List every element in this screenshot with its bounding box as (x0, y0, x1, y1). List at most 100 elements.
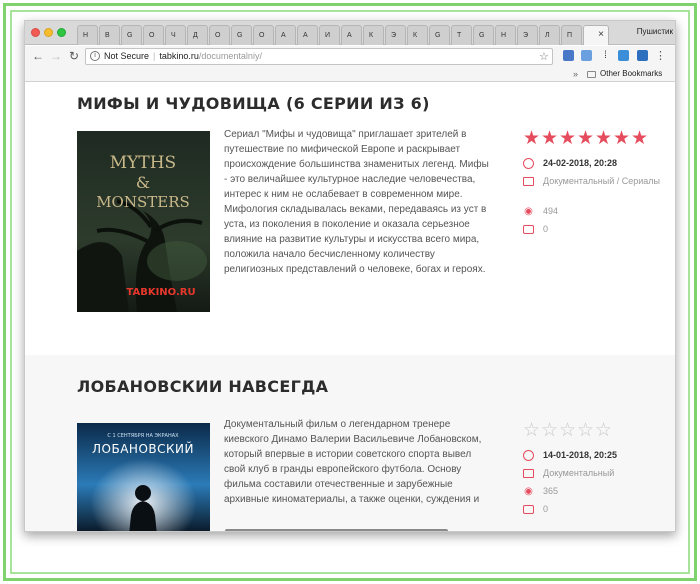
browser-tab[interactable]: G (429, 25, 450, 45)
article-card: МИФЫ И ЧУДОВИЩА (6 СЕРИИ ИЗ 6) MYTHS & M… (25, 83, 675, 355)
article-card: ЛОБАНОВСКИИ НАВСЕГДА С 1 СЕНТЯБРЯ НА ЭКР… (25, 355, 675, 531)
article-description: Документальный фильм о легендарном трене… (224, 419, 482, 505)
zoom-window-button[interactable] (57, 28, 66, 37)
close-window-button[interactable] (31, 28, 40, 37)
bookmark-star-icon[interactable]: ☆ (539, 50, 549, 63)
browser-tab[interactable]: G (473, 25, 494, 45)
browser-tab[interactable]: О (209, 25, 230, 45)
article-title[interactable]: ЛОБАНОВСКИИ НАВСЕГДА (77, 377, 328, 396)
browser-tab[interactable]: Л (539, 25, 560, 45)
star-icon[interactable]: ☆ (595, 421, 613, 441)
article-meta: ★★★★★★★ 24-02-2018, 20:28 Документальный… (523, 129, 673, 239)
star-icon[interactable]: ★ (559, 129, 577, 149)
category-row: Документальный / Сериалы (523, 175, 673, 203)
bookmarks-bar: » Other Bookmarks (25, 68, 675, 82)
extension-sync-icon[interactable] (618, 50, 629, 61)
browser-tab[interactable]: К (407, 25, 428, 45)
back-arrow-icon[interactable]: ← (31, 49, 45, 63)
folder-icon (523, 177, 534, 186)
browser-tab[interactable]: Э (517, 25, 538, 45)
browser-tab[interactable]: G (231, 25, 252, 45)
minimize-window-button[interactable] (44, 28, 53, 37)
star-icon[interactable]: ☆ (577, 421, 595, 441)
views-count: 494 (543, 206, 559, 216)
rating-stars[interactable]: ☆☆☆☆☆ (523, 421, 673, 443)
browser-tab[interactable]: А (297, 25, 318, 45)
extension-translate-icon[interactable] (563, 50, 574, 61)
browser-toolbar: ← → ↻ i Not Secure | tabkino.ru/documental… (25, 46, 675, 68)
publish-date: 14-01-2018, 20:25 (543, 450, 618, 460)
star-icon[interactable]: ★ (541, 129, 559, 149)
folder-icon (523, 469, 534, 478)
chevron-right-icon[interactable]: » (573, 69, 578, 79)
poster-title-line3: MONSTERS (96, 193, 190, 211)
browser-tab[interactable]: Ч (165, 25, 186, 45)
active-browser-tab[interactable]: × (583, 25, 609, 45)
category-row: Документальный (523, 467, 673, 483)
security-label: Not Secure (104, 51, 150, 61)
browser-tab[interactable]: И (319, 25, 340, 45)
extension-icon[interactable] (581, 50, 592, 61)
browser-tab[interactable]: Д (187, 25, 208, 45)
browser-tab[interactable]: А (275, 25, 296, 45)
date-row: 24-02-2018, 20:28 (523, 157, 673, 173)
other-bookmarks-link[interactable]: Other Bookmarks (600, 69, 662, 78)
tab-strip: Н В G О Ч Д О G О А А И А К Э К G Т G Н Э Л П × Пушистик (25, 21, 675, 45)
article-description: Сериал "Мифы и чудовища" приглашает зрит… (224, 129, 489, 275)
article-title[interactable]: МИФЫ И ЧУДОВИЩА (6 СЕРИИ ИЗ 6) (77, 94, 430, 113)
browser-tab[interactable]: Н (495, 25, 516, 45)
views-row: ◉ 365 (523, 485, 673, 501)
poster-release-text: С 1 СЕНТЯБРЯ НА ЭКРАНАХ (107, 433, 179, 439)
browser-tab[interactable]: О (253, 25, 274, 45)
star-icon[interactable]: ★ (577, 129, 595, 149)
browser-tab[interactable]: В (99, 25, 120, 45)
views-row: ◉ 494 (523, 205, 673, 221)
page-content: МИФЫ И ЧУДОВИЩА (6 СЕРИИ ИЗ 6) MYTHS & M… (25, 83, 675, 531)
browser-tab[interactable]: К (363, 25, 384, 45)
comments-count[interactable]: 0 (543, 504, 548, 514)
browser-tab[interactable]: П (561, 25, 582, 45)
comments-row: 0 (523, 503, 673, 519)
comments-row: 0 (523, 223, 673, 239)
article-meta: ☆☆☆☆☆ 14-01-2018, 20:25 Документальный ◉… (523, 421, 673, 519)
browser-tab[interactable]: G (121, 25, 142, 45)
star-icon[interactable]: ★ (613, 129, 631, 149)
star-icon[interactable]: ☆ (541, 421, 559, 441)
date-row: 14-01-2018, 20:25 (523, 449, 673, 465)
star-icon[interactable]: ☆ (523, 421, 541, 441)
address-bar[interactable]: i Not Secure | tabkino.ru/documentalniy/ (85, 48, 553, 65)
url-path: /documentalniy/ (198, 51, 262, 61)
poster-title-line1: MYTHS (110, 153, 176, 173)
category-link[interactable]: Документальный (543, 468, 614, 478)
folder-icon (587, 71, 596, 78)
star-icon[interactable]: ★ (631, 129, 649, 149)
browser-tab[interactable]: А (341, 25, 362, 45)
menu-kebab-icon[interactable]: ⋮ (655, 49, 666, 62)
browser-tab[interactable]: Т (451, 25, 472, 45)
poster-image[interactable]: MYTHS & MONSTERS TABKINO.RU (77, 131, 210, 312)
star-icon[interactable]: ★ (595, 129, 613, 149)
browser-tab[interactable]: Э (385, 25, 406, 45)
info-icon[interactable]: i (90, 51, 100, 61)
profile-name[interactable]: Пушистик (637, 27, 673, 36)
browser-window: Н В G О Ч Д О G О А А И А К Э К G Т G Н Э Л П × Пушистик ← → ↻ … (24, 20, 676, 532)
close-tab-icon[interactable]: × (598, 29, 604, 40)
extension-info-icon[interactable]: ⁞ (600, 50, 611, 61)
poster-image[interactable]: С 1 СЕНТЯБРЯ НА ЭКРАНАХ ЛОБАНОВСКИЙ (77, 423, 210, 531)
category-link[interactable]: Документальный / Сериалы (543, 176, 660, 186)
star-icon[interactable]: ☆ (559, 421, 577, 441)
comments-count[interactable]: 0 (543, 224, 548, 234)
comment-icon (523, 505, 534, 514)
star-icon[interactable]: ★ (523, 129, 541, 149)
browser-tab[interactable]: О (143, 25, 164, 45)
publish-date: 24-02-2018, 20:28 (543, 158, 618, 168)
forward-arrow-icon[interactable]: → (49, 49, 63, 63)
extension-blue-icon[interactable] (637, 50, 648, 61)
eye-icon: ◉ (524, 486, 533, 497)
views-count: 365 (543, 486, 559, 496)
rating-stars[interactable]: ★★★★★★★ (523, 129, 673, 151)
poster-watermark: TABKINO.RU (126, 287, 195, 298)
browser-tab[interactable]: Н (77, 25, 98, 45)
reload-icon[interactable]: ↻ (67, 49, 81, 63)
horizontal-scrollbar[interactable] (225, 529, 448, 531)
